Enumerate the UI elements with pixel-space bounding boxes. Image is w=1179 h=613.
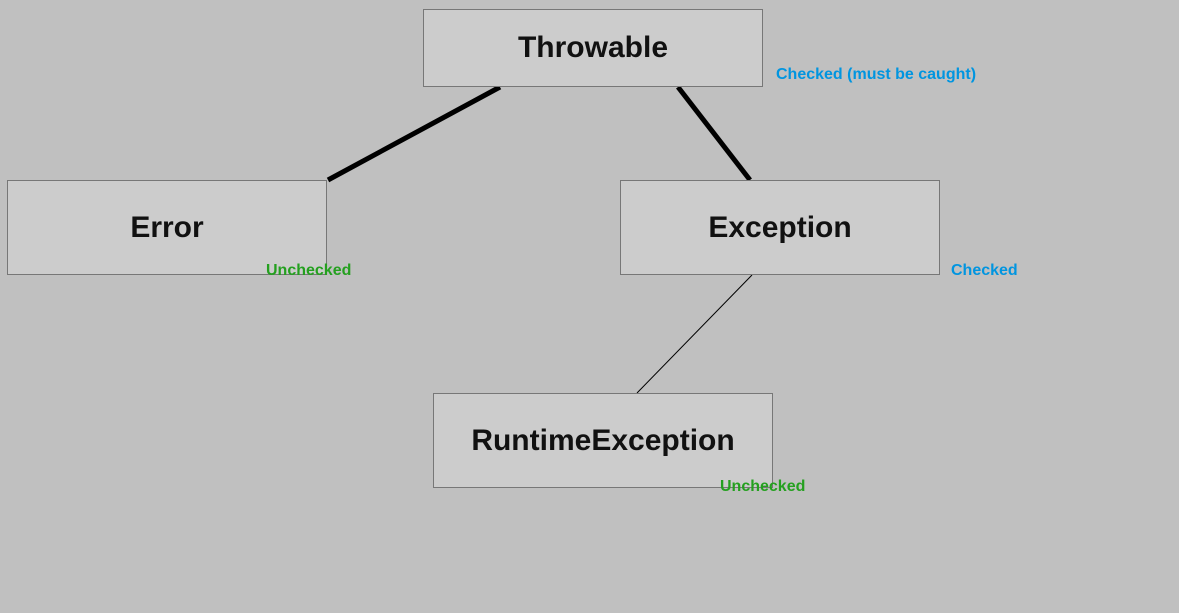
node-runtimeexception: RuntimeException [433, 393, 773, 488]
connectors-layer [0, 0, 1179, 613]
annotation-runtimeexception: Unchecked [720, 478, 805, 496]
node-throwable: Throwable [423, 9, 763, 87]
node-error-label: Error [130, 211, 203, 245]
node-runtimeexception-label: RuntimeException [471, 424, 734, 458]
node-exception: Exception [620, 180, 940, 275]
annotation-error: Unchecked [266, 262, 351, 280]
edge-exception-runtimeexception [637, 275, 752, 393]
node-error: Error [7, 180, 327, 275]
node-throwable-label: Throwable [518, 31, 668, 65]
annotation-throwable: Checked (must be caught) [776, 66, 976, 84]
annotation-exception: Checked [951, 262, 1018, 280]
edge-throwable-error [328, 87, 500, 180]
edge-throwable-exception [678, 87, 750, 180]
node-exception-label: Exception [708, 211, 851, 245]
